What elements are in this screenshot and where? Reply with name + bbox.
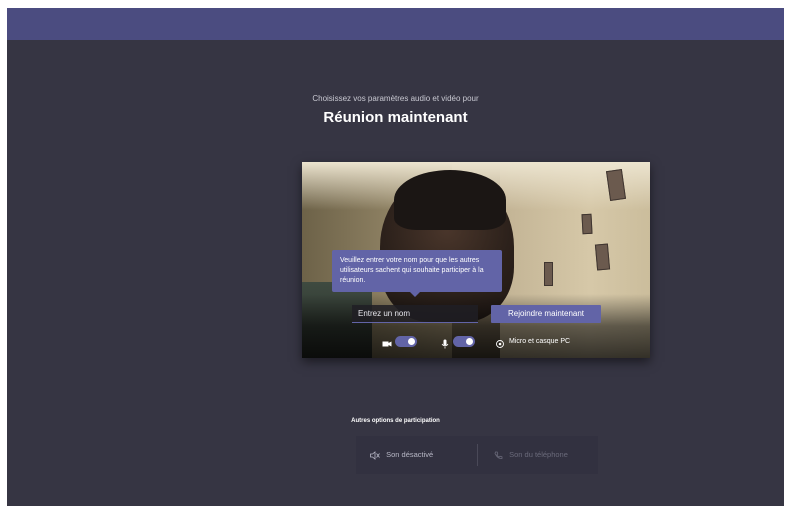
- wall-picture: [594, 243, 611, 271]
- other-options-panel: Son désactivé Son du téléphone: [356, 436, 598, 474]
- name-hint-tooltip: Veuillez entrer votre nom pour que les a…: [332, 250, 502, 297]
- page-subtitle: Choisissez vos paramètres audio et vidéo…: [312, 94, 479, 103]
- join-now-button[interactable]: Rejoindre maintenant: [491, 305, 601, 323]
- phone-icon: [494, 450, 509, 459]
- name-input[interactable]: [352, 305, 478, 323]
- audio-device-label[interactable]: Micro et casque PC: [509, 336, 570, 347]
- camera-toggle[interactable]: [395, 336, 417, 347]
- mic-toggle[interactable]: [453, 336, 475, 347]
- audio-off-option[interactable]: Son désactivé: [370, 436, 433, 474]
- device-controls: Micro et casque PC: [302, 332, 650, 352]
- top-bar: [7, 8, 784, 40]
- video-preview: Veuillez entrer votre nom pour que les a…: [302, 162, 650, 358]
- options-divider: [477, 444, 478, 466]
- meeting-prejoin-screen: Choisissez vos paramètres audio et vidéo…: [7, 8, 784, 506]
- audio-off-label: Son désactivé: [386, 450, 434, 459]
- settings-icon[interactable]: [495, 336, 505, 348]
- phone-audio-label: Son du téléphone: [509, 450, 568, 459]
- camera-icon: [382, 336, 392, 347]
- page-title: Réunion maintenant: [323, 109, 468, 126]
- speaker-off-icon: [370, 450, 386, 460]
- phone-audio-option[interactable]: Son du téléphone: [494, 436, 568, 474]
- wall-picture: [544, 262, 553, 286]
- mic-icon: [440, 336, 450, 349]
- wall-picture: [581, 213, 593, 235]
- other-options-label: Autres options de participation: [351, 418, 440, 424]
- participant-video-hair: [394, 170, 506, 230]
